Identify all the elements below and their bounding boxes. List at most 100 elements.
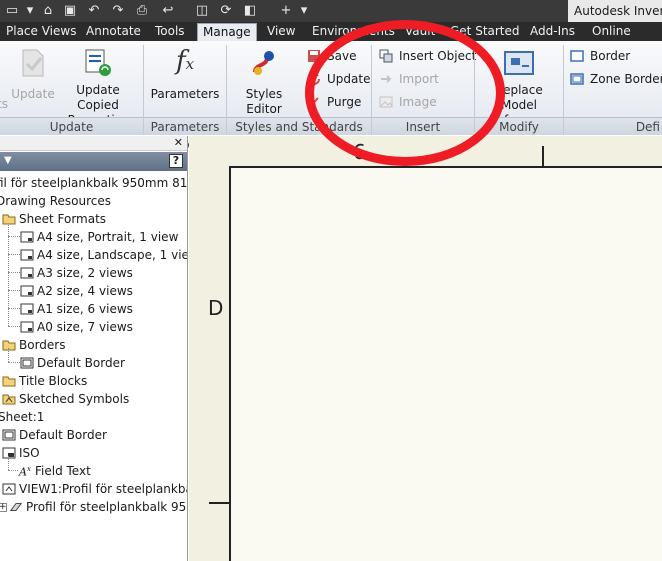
drawing-sheet[interactable] [229,166,662,561]
help-icon[interactable]: ? [169,154,183,168]
tree-item-field-text[interactable]: Ax Field Text [18,462,91,480]
tree-item-label: Borders [19,338,66,352]
folder-icon [2,338,16,352]
tab-place-views[interactable]: Place Views [6,22,76,41]
tree-item-sheet-format[interactable]: A3 size, 2 views [20,264,133,282]
tree-item-sheet-format[interactable]: A4 size, Portrait, 1 view [20,228,178,246]
tree-item-label: Profil för steelplankbalk 950mm [26,500,187,514]
parameters-button[interactable]: fx Parameters [150,47,220,102]
tree-item-view1[interactable]: VIEW1:Profil för steelplankbalk 950 [2,480,187,498]
close-icon[interactable]: ✕ [174,136,183,150]
return-icon[interactable]: ↩ [160,3,176,19]
border-icon [20,356,34,370]
tree-item-sheet-format[interactable]: A2 size, 4 views [20,282,133,300]
tree-item-sketched-symbols[interactable]: Sketched Symbols [2,390,129,408]
tree-item-label: Sheet Formats [19,212,107,226]
update-icon[interactable]: ⟳ [218,3,234,19]
parameters-panel-label[interactable]: Parameters ▼ [144,117,226,152]
tree-item-label: Title Blocks [19,374,88,388]
styles-editor-label: Styles Editor [245,87,283,116]
styles-editor-icon [248,47,280,79]
update-copied-label-1: Update Copied [76,83,120,112]
tree-item-label: Default Border [37,356,125,370]
styles-editor-button[interactable]: Styles Editor [230,47,298,117]
tab-manage[interactable]: Manage [197,23,257,41]
tree-item-label: Sketched Symbols [19,392,130,406]
tree-item-drawing-resources[interactable]: Drawing Resources [0,192,111,210]
app-title: Autodesk Inventor [568,0,662,22]
border-button[interactable]: Border [569,47,630,65]
tree-item-label: A1 size, 6 views [37,302,133,316]
zone-border-icon [569,71,585,87]
tab-add-ins[interactable]: Add-Ins [530,22,575,41]
update-copied-properties-icon [82,47,114,79]
browser-header: ▼ ? [0,152,187,171]
tree-item-sheet-format[interactable]: A0 size, 7 views [20,318,133,336]
update-copied-properties-button[interactable]: Update Copied Properties [56,47,140,128]
chevron-down-icon[interactable]: ▾ [296,3,312,19]
browser-title-bar: ✕ [0,136,187,151]
tree-item-sheet[interactable]: Sheet:1 [0,408,44,426]
undo-icon[interactable]: ↶ [86,3,102,19]
tree-item-default-border[interactable]: Default Border [20,354,125,372]
zone-label-left: D [208,296,224,320]
cut-off-button[interactable]: ts [0,47,8,112]
tree-item-sheet-formats[interactable]: Sheet Formats [2,210,106,228]
tree-line [8,236,20,237]
model-browser: ✕ ▼ ? fil för steelplankbalk 950mm 81020… [0,136,188,561]
tree-item-label: Default Border [19,428,107,442]
folder-icon [2,212,16,226]
zone-border-button[interactable]: Zone Border [569,70,662,88]
border-label: Border [590,49,631,63]
tree-item-label: A3 size, 2 views [37,266,133,280]
border-icon [2,428,16,442]
tree-item-borders[interactable]: Borders [2,336,65,354]
appearance-icon[interactable]: ◧ [242,3,258,19]
update-label: Update [11,87,55,101]
update-button[interactable]: Update [10,47,56,102]
replace-model-reference-icon [503,47,535,79]
define-panel-label: Defi [564,117,662,135]
plus-icon[interactable]: + [278,3,294,19]
tree-line [8,326,20,327]
tab-tools[interactable]: Tools [155,22,185,41]
zone-tick-top [542,146,544,168]
expand-triangle-icon[interactable]: ▼ [4,155,12,166]
tab-online[interactable]: Online [592,22,631,41]
open-icon[interactable]: ▾ [22,3,38,19]
tree-line [8,456,9,470]
title-block-icon [2,446,16,460]
tree-item-sheet-format[interactable]: A1 size, 6 views [20,300,133,318]
expand-plus-icon[interactable]: + [0,502,7,512]
update-panel-label: Update [0,117,143,135]
sketch-icon[interactable]: ◫ [194,3,210,19]
tree-item-part[interactable]: + Profil för steelplankbalk 950mm [0,498,187,516]
save-icon[interactable]: ▣ [62,3,78,19]
tree-line [8,216,9,326]
parameters-panel-text: Parameters [150,120,220,134]
tree-item-label: VIEW1:Profil för steelplankbalk 950 [19,482,187,496]
update-doc-icon [17,47,49,79]
tab-view[interactable]: View [267,22,295,41]
field-text-icon: Ax [19,465,31,479]
tree-item-title-blocks[interactable]: Title Blocks [2,372,87,390]
tree-line [8,272,20,273]
tree-item-label: Drawing Resources [0,194,111,208]
folder-icon[interactable]: ▭ [4,3,20,19]
browser-document-root[interactable]: fil för steelplankbalk 950mm 81020950-1 [0,174,187,192]
cut-off-label: ts [0,97,8,111]
tree-item-default-border[interactable]: Default Border [2,426,107,444]
tree-item-label: A2 size, 4 views [37,284,133,298]
drawing-canvas[interactable]: 6 D [189,136,662,561]
open-folder-icon[interactable]: ⌂ [40,3,56,19]
tree-item-sheet-format[interactable]: A4 size, Landscape, 1 view [20,246,187,264]
redo-icon[interactable]: ↷ [110,3,126,19]
print-icon[interactable]: ⎙ [134,3,150,19]
quick-access-toolbar: ▭ ▾ ⌂ ▣ ↶ ↷ ⎙ ↩ ◫ ⟳ ◧ + ▾ Autodesk Inven… [0,0,662,22]
zone-border-label: Zone Border [590,72,662,86]
folder-icon [2,392,16,406]
tab-annotate[interactable]: Annotate [86,22,141,41]
tree-line [8,254,20,255]
sheet-format-icon [20,230,34,244]
tree-item-label: Sheet:1 [0,410,45,424]
